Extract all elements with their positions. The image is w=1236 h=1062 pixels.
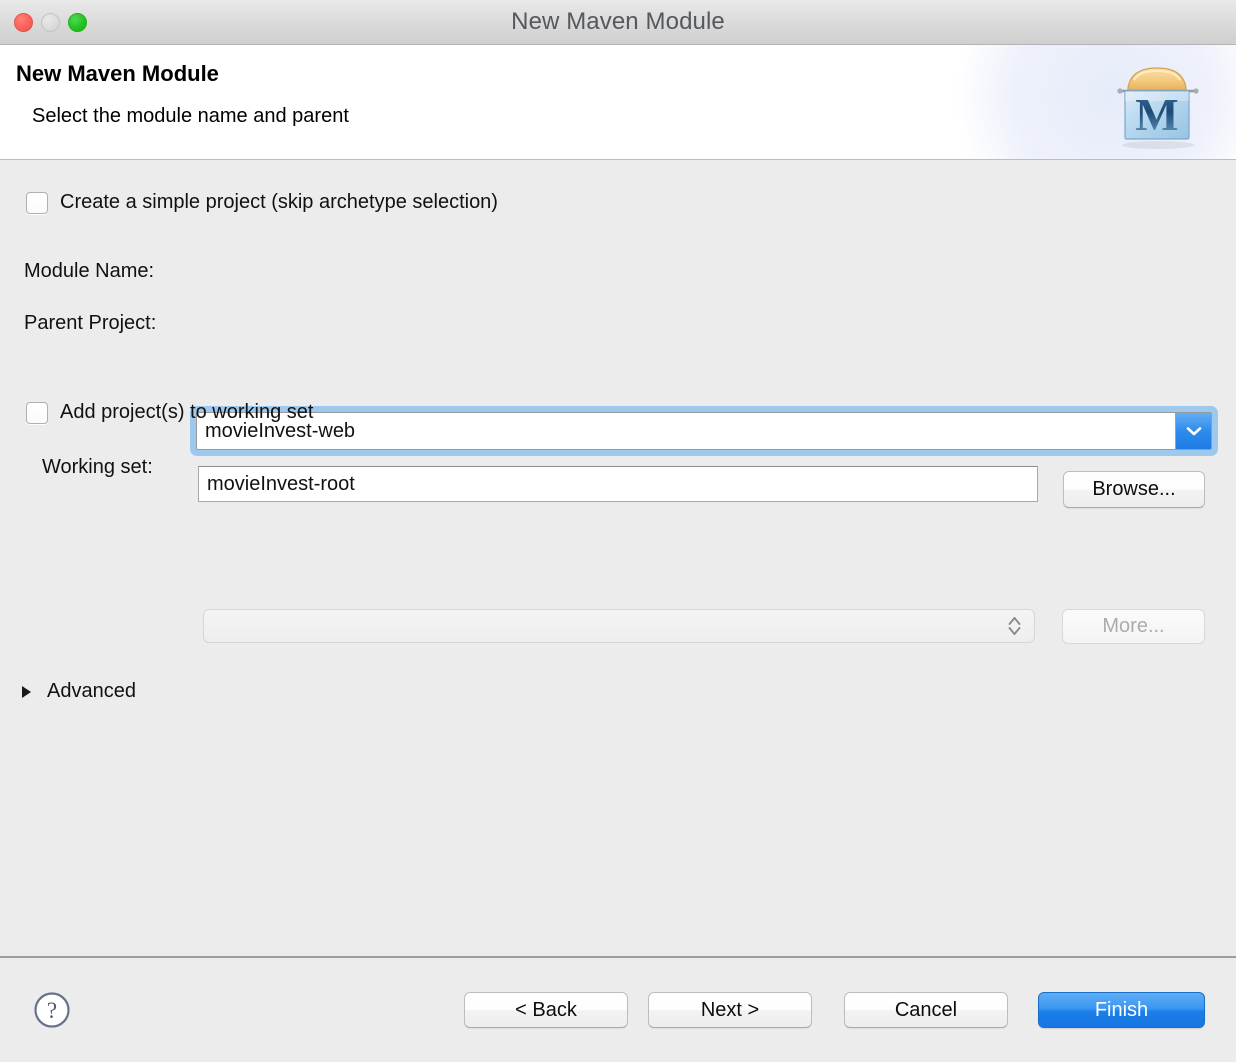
- window-title: New Maven Module: [511, 8, 725, 35]
- svg-text:M: M: [1135, 89, 1178, 140]
- window-controls: [14, 0, 87, 44]
- module-name-label: Module Name:: [24, 260, 155, 282]
- advanced-disclosure[interactable]: Advanced: [22, 680, 136, 703]
- module-name-combo[interactable]: [196, 412, 1212, 450]
- finish-button[interactable]: Finish: [1038, 992, 1205, 1028]
- svg-text:?: ?: [47, 998, 57, 1023]
- module-name-focus-ring: [190, 406, 1218, 456]
- add-working-set-label: Add project(s) to working set: [60, 401, 314, 423]
- working-set-combo[interactable]: [203, 609, 1035, 643]
- close-button[interactable]: [14, 12, 33, 32]
- module-name-input[interactable]: [197, 413, 1175, 449]
- page-subtitle: Select the module name and parent: [32, 105, 349, 127]
- question-mark-help-icon[interactable]: ?: [33, 991, 71, 1029]
- module-name-dropdown-button[interactable]: [1175, 413, 1211, 449]
- browse-button[interactable]: Browse...: [1063, 471, 1205, 508]
- wizard-body: Create a simple project (skip archetype …: [0, 160, 1236, 957]
- add-working-set-checkbox[interactable]: [26, 401, 48, 424]
- chevron-down-icon: [1186, 427, 1201, 436]
- working-set-label: Working set:: [42, 456, 153, 478]
- minimize-button[interactable]: [41, 12, 60, 32]
- add-working-set-row: Add project(s) to working set: [26, 401, 313, 424]
- cancel-button[interactable]: Cancel: [844, 992, 1008, 1028]
- triangle-right-icon: [22, 685, 31, 698]
- parent-project-input[interactable]: [198, 466, 1038, 502]
- up-down-chevron-icon: [1007, 615, 1022, 637]
- page-title: New Maven Module: [16, 61, 219, 86]
- simple-project-label: Create a simple project (skip archetype …: [60, 191, 498, 213]
- wizard-header: New Maven Module Select the module name …: [0, 45, 1236, 160]
- simple-project-checkbox[interactable]: [26, 191, 48, 214]
- maximize-button[interactable]: [68, 12, 87, 32]
- new-maven-module-dialog: New Maven Module New Maven Module Select…: [0, 0, 1236, 1062]
- next-button[interactable]: Next >: [648, 992, 812, 1028]
- parent-project-label: Parent Project:: [24, 312, 157, 334]
- window-titlebar: New Maven Module: [0, 0, 1236, 45]
- simple-project-row: Create a simple project (skip archetype …: [26, 191, 498, 214]
- advanced-label: Advanced: [47, 680, 136, 702]
- more-button[interactable]: More...: [1062, 609, 1205, 644]
- back-button[interactable]: < Back: [464, 992, 628, 1028]
- maven-module-icon: M: [1117, 67, 1199, 149]
